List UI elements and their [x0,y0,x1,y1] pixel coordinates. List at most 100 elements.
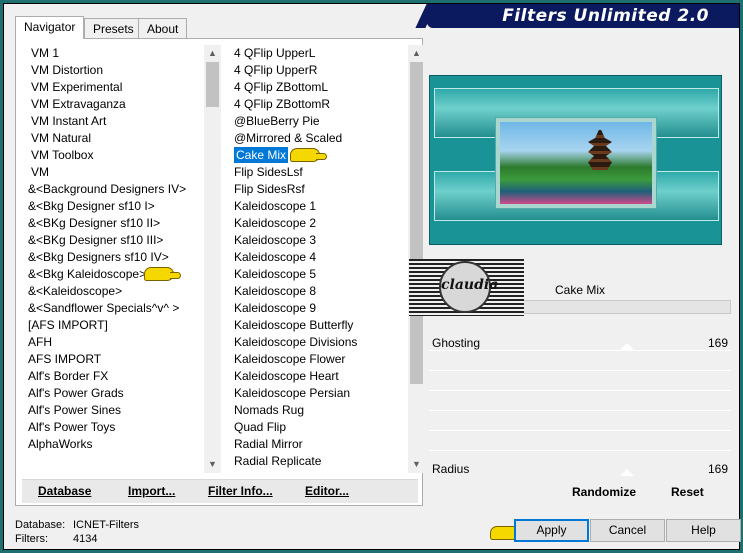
category-scrollbar[interactable]: ▲ ▼ [204,45,221,473]
scroll-up-icon[interactable]: ▲ [408,45,425,62]
radius-value: 169 [707,462,728,476]
filter-item[interactable]: Kaleidoscope Divisions [230,334,406,351]
filter-item[interactable]: @Mirrored & Scaled [230,130,406,147]
filter-item[interactable]: 4 QFlip UpperR [230,62,406,79]
filters-label: Filters: [15,533,48,545]
category-item-label: AFS IMPORT [28,352,102,366]
category-item[interactable]: Alf's Power Grads [22,385,200,402]
filter-item-label: Quad Flip [234,420,287,434]
scroll-thumb[interactable] [206,62,219,107]
category-item[interactable]: VM Natural [22,130,200,147]
filter-item[interactable]: 4 QFlip ZBottomR [230,96,406,113]
filter-item[interactable]: Radial Replicate [230,453,406,470]
filter-item[interactable]: Kaleidoscope Butterfly [230,317,406,334]
category-item[interactable]: VM Instant Art [22,113,200,130]
filter-item[interactable]: Cake Mix [230,147,406,164]
radius-slider-thumb[interactable] [620,469,634,476]
apply-button[interactable]: Apply [514,519,589,542]
category-item-label: VM Natural [31,131,92,145]
category-item[interactable]: VM Experimental [22,79,200,96]
category-item[interactable]: Alf's Border FX [22,368,200,385]
filter-item[interactable]: Kaleidoscope 1 [230,198,406,215]
pointing-hand-icon [144,267,181,281]
filter-list[interactable]: 4 QFlip UpperL 4 QFlip UpperR 4 QFlip ZBot… [230,45,406,473]
panel-button-bar: Database Import... Filter Info... Editor… [22,479,418,503]
reset-button[interactable]: Reset [671,485,704,499]
filter-item[interactable]: Kaleidoscope Persian [230,385,406,402]
category-item[interactable]: VM Distortion [22,62,200,79]
filter-item[interactable]: Kaleidoscope 5 [230,266,406,283]
category-item[interactable]: &<Bkg Designers sf10 IV> [22,249,200,266]
category-item[interactable]: &<BKg Designer sf10 II> [22,215,200,232]
filter-item[interactable]: Kaleidoscope Heart [230,368,406,385]
tab-presets[interactable]: Presets [84,18,143,38]
ghosting-slider-track[interactable] [429,350,731,351]
filter-item[interactable]: 4 QFlip UpperL [230,45,406,62]
category-item[interactable]: &<Bkg Kaleidoscope> [22,266,200,283]
category-item[interactable]: &<BKg Designer sf10 III> [22,232,200,249]
cancel-button[interactable]: Cancel [590,519,665,542]
filter-item[interactable]: Nomads Rug [230,402,406,419]
filter-item[interactable]: Kaleidoscope Flower [230,351,406,368]
category-item-label: VM [31,165,49,179]
filter-item[interactable]: Kaleidoscope 4 [230,249,406,266]
category-item-label: &<Sandflower Specials^v^ > [28,301,180,315]
category-item[interactable]: Alf's Power Sines [22,402,200,419]
database-button[interactable]: Database [38,484,91,498]
category-item[interactable]: VM Extravaganza [22,96,200,113]
category-item[interactable]: VM Toolbox [22,147,200,164]
window-title: Filters Unlimited 2.0 [502,6,709,26]
category-item[interactable]: &<Background Designers IV> [22,181,200,198]
category-item-label: Alf's Power Sines [28,403,121,417]
filter-item[interactable]: 4 QFlip ZBottomL [230,79,406,96]
filter-item[interactable]: Radial Mirror [230,436,406,453]
filter-item-label: 4 QFlip UpperR [234,63,318,77]
preview-photo [495,117,657,209]
category-item[interactable]: [AFS IMPORT] [22,317,200,334]
category-item[interactable]: AFS IMPORT [22,351,200,368]
slider-track-empty [429,370,731,371]
scroll-thumb[interactable] [410,62,423,384]
scroll-down-icon[interactable]: ▼ [408,456,425,473]
filter-item[interactable]: Kaleidoscope 3 [230,232,406,249]
filter-info-button[interactable]: Filter Info... [208,484,273,498]
help-button[interactable]: Help [666,519,741,542]
filter-item[interactable]: Flip SidesLsf [230,164,406,181]
category-item[interactable]: &<Sandflower Specials^v^ > [22,300,200,317]
category-item-label: &<Bkg Kaleidoscope> [28,267,147,281]
category-item[interactable]: Alf's Power Toys [22,419,200,436]
pointing-hand-icon [290,148,327,162]
category-item[interactable]: &<Kaleidoscope> [22,283,200,300]
ghosting-value: 169 [707,336,728,350]
category-item-label: &<BKg Designer sf10 II> [28,216,161,230]
filter-item-label: Radial Replicate [234,454,322,468]
filter-item[interactable]: Kaleidoscope 2 [230,215,406,232]
filter-item[interactable]: Kaleidoscope 8 [230,283,406,300]
category-item[interactable]: &<Bkg Designer sf10 I> [22,198,200,215]
pagoda-image [588,130,612,170]
category-item[interactable]: VM 1 [22,45,200,62]
filter-item-label: Kaleidoscope Flower [234,352,346,366]
tab-navigator[interactable]: Navigator [15,16,85,39]
radius-label: Radius [432,462,470,476]
logo-circle: claudia [439,261,498,313]
randomize-button[interactable]: Randomize [572,485,636,499]
ghosting-slider-thumb[interactable] [620,343,634,350]
scroll-up-icon[interactable]: ▲ [204,45,221,62]
tab-about[interactable]: About [138,18,188,38]
category-item[interactable]: AFH [22,334,200,351]
category-item-label: VM Extravaganza [31,97,126,111]
filter-item[interactable]: Quad Flip [230,419,406,436]
import-button[interactable]: Import... [128,484,175,498]
category-item[interactable]: AlphaWorks [22,436,200,453]
filter-item[interactable]: @BlueBerry Pie [230,113,406,130]
filter-item-label: Kaleidoscope 5 [234,267,317,281]
filter-item[interactable]: Kaleidoscope 9 [230,300,406,317]
category-item-label: Alf's Border FX [28,369,109,383]
category-item[interactable]: VM [22,164,200,181]
scroll-down-icon[interactable]: ▼ [204,456,221,473]
category-list[interactable]: VM 1 VM Distortion VM Experimental VM Extra… [22,45,200,473]
filter-item-label: Kaleidoscope 1 [234,199,317,213]
editor-button[interactable]: Editor... [305,484,349,498]
filter-item[interactable]: Flip SidesRsf [230,181,406,198]
